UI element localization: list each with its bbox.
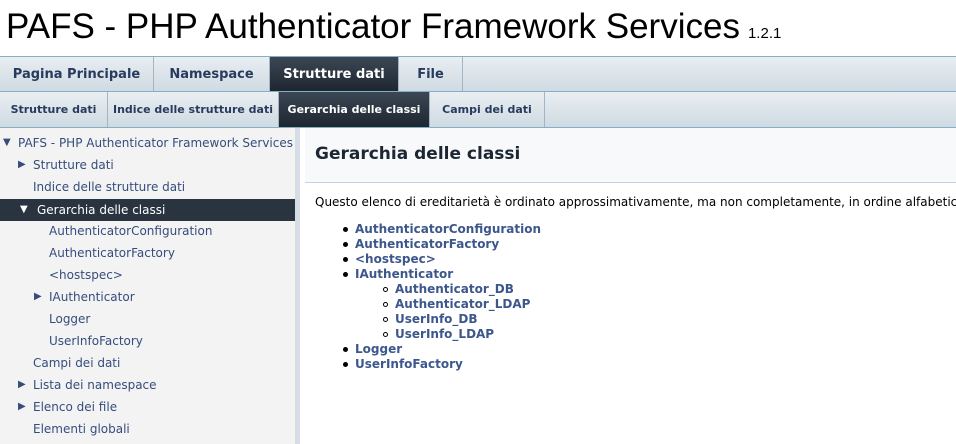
page-title: Gerarchia delle classi: [315, 144, 521, 164]
class-link-authenticator-factory[interactable]: AuthenticatorFactory: [355, 237, 499, 251]
sidebar-item-label: <hostspec>: [49, 268, 123, 282]
project-version: 1.2.1: [747, 25, 782, 42]
tab-file[interactable]: File: [399, 57, 463, 91]
triangle-right-icon[interactable]: ▶: [18, 374, 26, 396]
sidebar-item-userinfo-factory[interactable]: UserInfoFactory: [0, 330, 295, 352]
bullet-icon: [343, 362, 348, 367]
sidebar-item-label: Gerarchia delle classi: [37, 203, 166, 217]
sidebar-item-label: Lista dei namespace: [33, 378, 157, 392]
sidebar-item-strutture-dati[interactable]: ▶ Strutture dati: [0, 154, 295, 176]
sidebar-item-label: Indice delle strutture dati: [33, 180, 186, 194]
bullet-icon: [343, 257, 348, 262]
sidebar-item-authenticator-configuration[interactable]: AuthenticatorConfiguration: [0, 220, 295, 242]
sidebar-item-gerarchia-classi[interactable]: ▼ Gerarchia delle classi: [0, 199, 295, 221]
sidebar-item-label: Logger: [49, 312, 91, 326]
subtab-indice-strutture-dati[interactable]: Indice delle strutture dati: [108, 92, 279, 127]
subtab-gerarchia-classi[interactable]: Gerarchia delle classi: [279, 92, 430, 127]
sidebar-item-label: Strutture dati: [33, 158, 114, 172]
content-header: Gerarchia delle classi: [305, 128, 956, 183]
content-area: Gerarchia delle classi Questo elenco di …: [305, 128, 956, 444]
sub-tabs: Strutture dati Indice delle strutture da…: [0, 92, 956, 128]
sidebar-item-label: AuthenticatorConfiguration: [49, 224, 213, 238]
bullet-icon: [383, 332, 388, 337]
sidebar-item-logger[interactable]: Logger: [0, 308, 295, 330]
tab-namespace[interactable]: Namespace: [154, 57, 270, 91]
main-tabs: Pagina Principale Namespace Strutture da…: [0, 56, 956, 92]
sidebar-item-label: IAuthenticator: [49, 290, 135, 304]
subtab-strutture-dati[interactable]: Strutture dati: [0, 92, 108, 127]
class-link-userinfo-ldap[interactable]: UserInfo_LDAP: [395, 327, 494, 341]
sidebar-item-indice-strutture-dati[interactable]: Indice delle strutture dati: [0, 176, 295, 198]
sidebar-item-label: UserInfoFactory: [49, 334, 143, 348]
class-link-userinfo-db[interactable]: UserInfo_DB: [395, 312, 478, 326]
sidebar-item-lista-namespace[interactable]: ▶ Lista dei namespace: [0, 374, 295, 396]
bullet-icon: [343, 272, 348, 277]
sidebar-item-iauthenticator[interactable]: ▶ IAuthenticator: [0, 286, 295, 308]
triangle-down-icon[interactable]: ▼: [3, 132, 11, 154]
bullet-icon: [383, 287, 388, 292]
class-link-authenticator-db[interactable]: Authenticator_DB: [395, 282, 514, 296]
project-name: PAFS - PHP Authenticator Framework Servi…: [6, 7, 740, 46]
triangle-down-icon[interactable]: ▼: [20, 199, 28, 221]
sidebar-item-pafs[interactable]: ▼ PAFS - PHP Authenticator Framework Ser…: [0, 132, 295, 154]
sidebar-item-elenco-file[interactable]: ▶ Elenco dei file: [0, 396, 295, 418]
sidebar-tree: ▼ PAFS - PHP Authenticator Framework Ser…: [0, 128, 300, 444]
tab-strutture-dati[interactable]: Strutture dati: [270, 57, 399, 91]
title-bar: PAFS - PHP Authenticator Framework Servi…: [0, 0, 956, 56]
subtab-campi-dati[interactable]: Campi dei dati: [430, 92, 545, 127]
sidebar-item-label: Campi dei dati: [33, 356, 121, 370]
tab-pagina-principale[interactable]: Pagina Principale: [0, 57, 154, 91]
sidebar-item-label: PAFS - PHP Authenticator Framework Servi…: [18, 136, 293, 150]
sidebar-item-label: AuthenticatorFactory: [49, 246, 175, 260]
class-link-userinfo-factory[interactable]: UserInfoFactory: [355, 357, 463, 371]
class-link-authenticator-ldap[interactable]: Authenticator_LDAP: [395, 297, 530, 311]
triangle-right-icon[interactable]: ▶: [18, 396, 26, 418]
sidebar-item-hostspec[interactable]: <hostspec>: [0, 264, 295, 286]
bullet-icon: [383, 302, 388, 307]
triangle-right-icon[interactable]: ▶: [18, 154, 26, 176]
sidebar-item-label: Elenco dei file: [33, 400, 118, 414]
class-link-iauthenticator[interactable]: IAuthenticator: [355, 267, 453, 281]
bullet-icon: [343, 227, 348, 232]
bullet-icon: [343, 347, 348, 352]
sidebar-item-campi-dati[interactable]: Campi dei dati: [0, 352, 295, 374]
class-link-logger[interactable]: Logger: [355, 342, 402, 356]
class-link-authenticator-configuration[interactable]: AuthenticatorConfiguration: [355, 222, 541, 236]
sidebar-item-authenticator-factory[interactable]: AuthenticatorFactory: [0, 242, 295, 264]
bullet-icon: [343, 242, 348, 247]
bullet-icon: [383, 317, 388, 322]
sidebar-item-label: Elementi globali: [33, 422, 130, 436]
project-title: PAFS - PHP Authenticator Framework Servi…: [6, 5, 781, 56]
sidebar-item-elementi-globali[interactable]: Elementi globali: [0, 418, 295, 440]
hierarchy-intro: Questo elenco di ereditarietà è ordinato…: [315, 195, 956, 209]
class-link-hostspec[interactable]: <hostspec>: [355, 252, 436, 266]
triangle-right-icon[interactable]: ▶: [34, 286, 42, 308]
